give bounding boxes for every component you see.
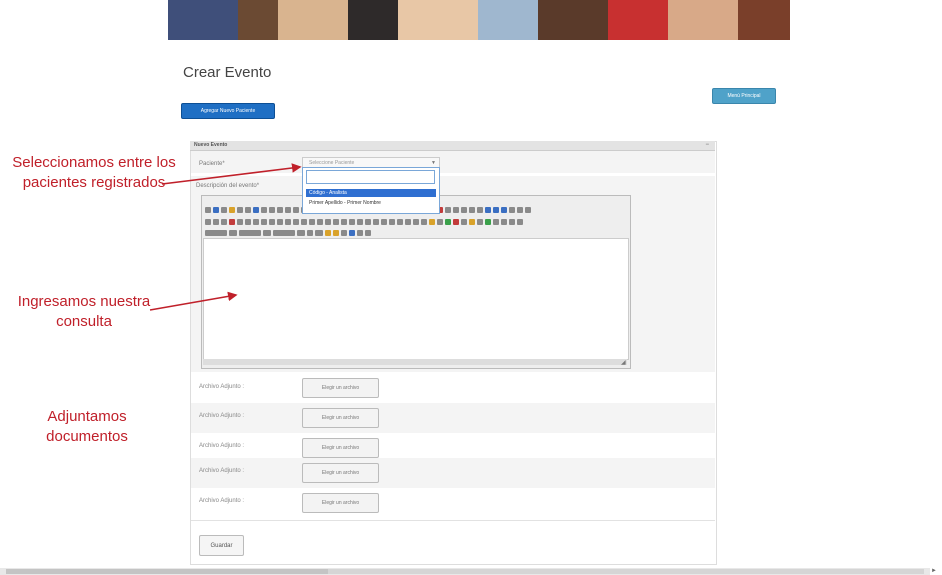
arrow-to-patient-select [161, 163, 302, 185]
scrollbar-thumb[interactable] [6, 569, 328, 574]
scroll-right-icon[interactable]: ► [931, 568, 937, 574]
annotation-arrows [149, 163, 302, 311]
arrow-to-editor [149, 291, 238, 311]
scrollbar-track[interactable] [328, 569, 924, 574]
